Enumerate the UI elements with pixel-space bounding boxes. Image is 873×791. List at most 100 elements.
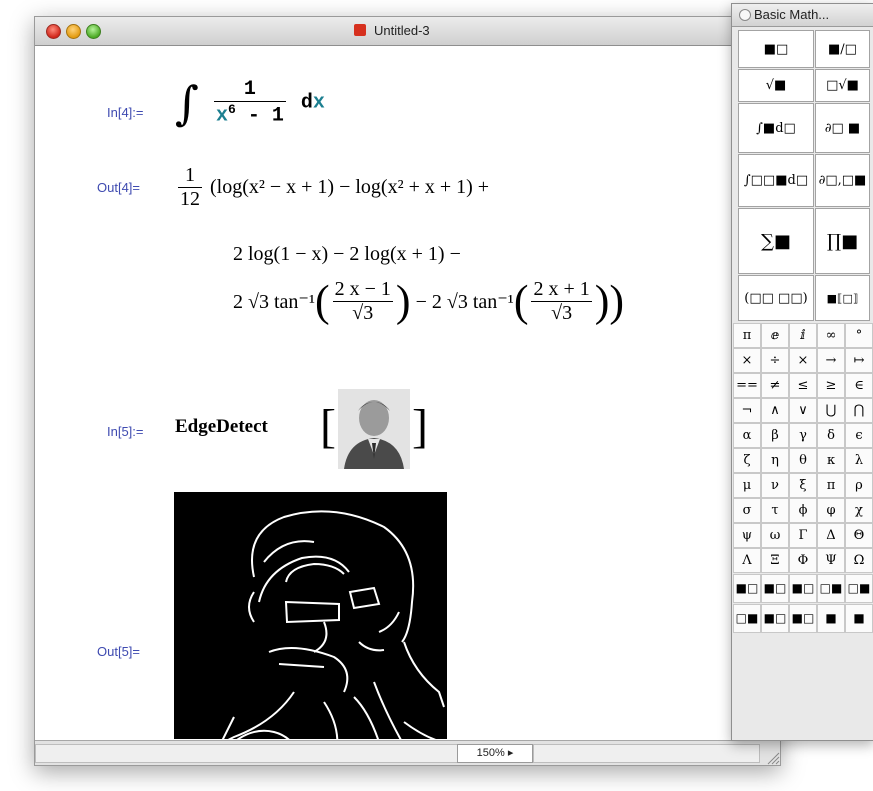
template-sum[interactable]: ∑■ [738, 208, 814, 274]
template-underscript[interactable]: ■□ [761, 604, 789, 633]
symbol-i[interactable]: ⅈ [789, 323, 817, 348]
symbol-kappa[interactable]: κ [817, 448, 845, 473]
symbol-omega[interactable]: ω [761, 523, 789, 548]
symbol-epsilon[interactable]: ϵ [845, 423, 873, 448]
horizontal-scrollbar-left[interactable] [35, 744, 458, 763]
edge-detect-svg [221, 510, 445, 739]
symbol-beta[interactable]: β [761, 423, 789, 448]
arctan-frac-2: 2 x + 1 √3 [531, 278, 592, 325]
zoom-menu[interactable]: 150% ▸ [457, 744, 533, 763]
symbol-pi-lower[interactable]: π [817, 473, 845, 498]
symbol-gamma[interactable]: γ [789, 423, 817, 448]
template-mixed-derivative[interactable]: ∂□,□■ [815, 154, 870, 207]
out4-line2: 2 log(1 − x) − 2 log(x + 1) − [233, 243, 461, 265]
template-nth-root[interactable]: □√■ [815, 69, 870, 102]
symbol-infinity[interactable]: ∞ [817, 323, 845, 348]
template-matrix[interactable]: (□□ □□) [738, 275, 814, 321]
symbol-greater-equal[interactable]: ≥ [817, 373, 845, 398]
symbol-capital-delta[interactable]: Δ [817, 523, 845, 548]
window-titlebar[interactable]: Untitled-3 [35, 17, 780, 46]
portrait-image[interactable] [338, 389, 410, 469]
symbol-or[interactable]: ∨ [789, 398, 817, 423]
symbol-eta[interactable]: η [761, 448, 789, 473]
paren-open-2: ( [513, 276, 529, 326]
symbol-theta[interactable]: θ [789, 448, 817, 473]
symbol-pi[interactable]: π [733, 323, 761, 348]
symbol-not-equal[interactable]: ≠ [761, 373, 789, 398]
symbol-psi[interactable]: ψ [733, 523, 761, 548]
template-overscript[interactable]: □■ [733, 604, 761, 633]
horizontal-scrollbar-right[interactable] [533, 744, 760, 763]
template-placeholder-arrow[interactable]: ■ [845, 604, 873, 633]
notebook-content[interactable]: In[4]:= ∫ 1 x6 - 1 dx Out[4]= 1 12 (log(… [35, 46, 780, 739]
template-underoverscript[interactable]: ■□ [789, 604, 817, 633]
template-placeholder[interactable]: ■ [817, 604, 845, 633]
symbol-phi[interactable]: ϕ [789, 498, 817, 523]
symbol-capital-phi[interactable]: Φ [789, 548, 817, 573]
symbol-delta[interactable]: δ [817, 423, 845, 448]
in4-fraction: 1 x6 - 1 [213, 78, 286, 128]
symbol-degree[interactable]: ° [845, 323, 873, 348]
symbol-alpha[interactable]: α [733, 423, 761, 448]
template-derivative[interactable]: ∂□ ■ [815, 103, 870, 153]
symbol-capital-psi[interactable]: Ψ [817, 548, 845, 573]
template-power[interactable]: ■□ [738, 30, 814, 68]
template-left-superscript[interactable]: □■ [817, 574, 845, 603]
template-product[interactable]: ∏■ [815, 208, 870, 274]
symbol-chi[interactable]: χ [845, 498, 873, 523]
symbol-rho[interactable]: ρ [845, 473, 873, 498]
symbol-less-equal[interactable]: ≤ [789, 373, 817, 398]
symbol-curly-phi[interactable]: φ [817, 498, 845, 523]
symbol-intersection[interactable]: ⋂ [845, 398, 873, 423]
symbol-not[interactable]: ¬ [733, 398, 761, 423]
out4-label: Out[4]= [97, 180, 140, 195]
palette-close-button[interactable] [739, 9, 751, 21]
symbol-rule-delayed[interactable]: ↦ [845, 348, 873, 373]
symbol-equal[interactable]: == [733, 373, 761, 398]
close-button[interactable] [46, 24, 61, 39]
template-integral[interactable]: ∫■d□ [738, 103, 814, 153]
symbol-capital-lambda[interactable]: Λ [733, 548, 761, 573]
symbol-cross[interactable]: × [789, 348, 817, 373]
symbol-element[interactable]: ∈ [845, 373, 873, 398]
symbol-xi[interactable]: ξ [789, 473, 817, 498]
symbol-lambda[interactable]: λ [845, 448, 873, 473]
symbol-capital-xi[interactable]: Ξ [761, 548, 789, 573]
in5-function[interactable]: EdgeDetect [175, 416, 268, 438]
in4-minus-one: - 1 [235, 104, 284, 128]
differential-d: d [300, 91, 313, 115]
symbol-divide[interactable]: ÷ [761, 348, 789, 373]
symbol-tau[interactable]: τ [761, 498, 789, 523]
symbol-e[interactable]: ⅇ [761, 323, 789, 348]
template-subscript[interactable]: ■□ [761, 574, 789, 603]
symbol-sigma[interactable]: σ [733, 498, 761, 523]
symbol-capital-theta[interactable]: Θ [845, 523, 873, 548]
arctan-num-2: 2 x + 1 [533, 278, 590, 300]
template-part[interactable]: ■⟦□⟧ [815, 275, 870, 321]
symbol-rule[interactable]: → [817, 348, 845, 373]
window-title: Untitled-3 [374, 23, 430, 38]
symbol-and[interactable]: ∧ [761, 398, 789, 423]
resize-grip-icon[interactable] [764, 749, 780, 765]
minimize-button[interactable] [66, 24, 81, 39]
integral-sign: ∫ [175, 76, 199, 130]
template-left-subscript[interactable]: □■ [845, 574, 873, 603]
symbol-capital-omega[interactable]: Ω [845, 548, 873, 573]
edge-detect-image[interactable] [174, 492, 447, 739]
symbol-zeta[interactable]: ζ [733, 448, 761, 473]
template-definite-integral[interactable]: ∫□□■d□ [738, 154, 814, 207]
zoom-button[interactable] [86, 24, 101, 39]
symbol-union[interactable]: ⋃ [817, 398, 845, 423]
template-sqrt[interactable]: √■ [738, 69, 814, 102]
palette-titlebar[interactable]: Basic Math... [732, 4, 873, 27]
template-subsuperscript[interactable]: ■□ [789, 574, 817, 603]
symbol-mu[interactable]: μ [733, 473, 761, 498]
symbol-capital-gamma[interactable]: Γ [789, 523, 817, 548]
template-fraction[interactable]: ■/□ [815, 30, 870, 68]
symbol-nu[interactable]: ν [761, 473, 789, 498]
template-superscript[interactable]: ■□ [733, 574, 761, 603]
in4-input[interactable]: ∫ 1 x6 - 1 dx [175, 76, 325, 130]
symbol-times[interactable]: × [733, 348, 761, 373]
out4-line1-text: (log(x² − x + 1) − log(x² + x + 1) + [210, 176, 490, 198]
resize-grip-svg [767, 752, 780, 765]
